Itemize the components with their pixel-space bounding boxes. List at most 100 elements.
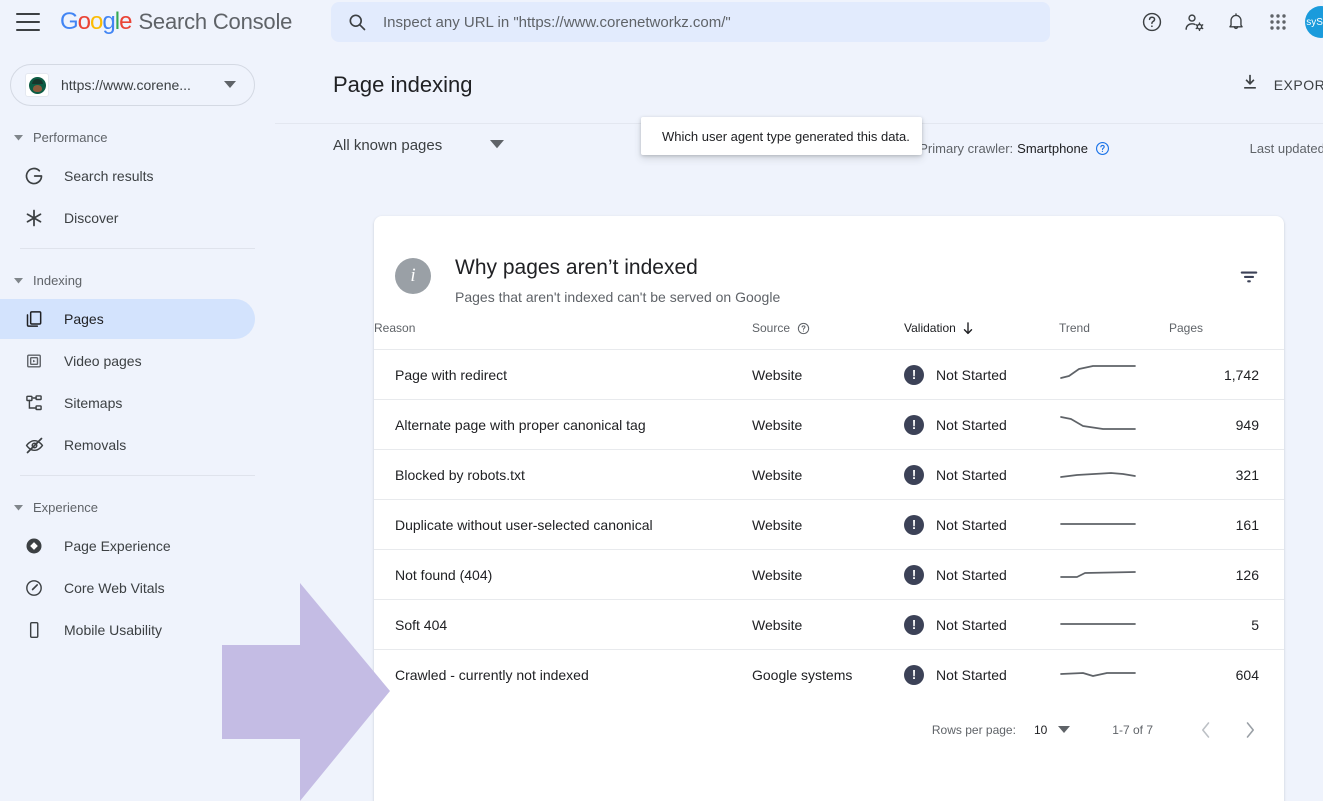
sidebar-item-search-results[interactable]: Search results [0, 156, 255, 196]
table-row[interactable]: Crawled - currently not indexed Google sy… [374, 649, 1284, 700]
help-circle-icon[interactable] [1095, 141, 1110, 156]
table-row[interactable]: Duplicate without user-selected canonica… [374, 499, 1284, 550]
sidebar-item-video-pages[interactable]: Video pages [0, 341, 255, 381]
apps-grid-icon[interactable] [1257, 1, 1299, 43]
table-body: Page with redirect Website! Not Started 1,7… [374, 349, 1284, 700]
asterisk-icon [22, 206, 46, 230]
primary-crawler-label: Primary crawler: [919, 141, 1014, 156]
info-icon: i [395, 258, 431, 294]
cell-trend [1059, 649, 1169, 700]
cell-validation: ! Not Started [904, 649, 1059, 700]
pages-count: 604 [1235, 666, 1259, 683]
known-pages-filter-label: All known pages [333, 136, 443, 154]
sidebar-item-pages[interactable]: Pages [0, 299, 255, 339]
pages-count: 321 [1235, 466, 1259, 483]
cell-reason[interactable]: Page with redirect [374, 349, 752, 400]
crawler-tooltip: Which user agent type generated this dat… [641, 117, 922, 155]
column-header-trend[interactable]: Trend [1059, 321, 1169, 350]
cell-trend [1059, 549, 1169, 600]
error-exclamation-icon: ! [904, 364, 924, 385]
user-settings-icon[interactable] [1173, 1, 1215, 43]
rows-per-page-value[interactable]: 10 [1034, 723, 1047, 737]
table-row[interactable]: Soft 404 Website! Not Started 5 [374, 599, 1284, 650]
sidebar-item-page-experience[interactable]: Page Experience [0, 526, 255, 566]
primary-crawler-info: Primary crawler: Smartphone [919, 141, 1110, 156]
property-favicon-icon [25, 73, 49, 97]
cell-reason[interactable]: Blocked by robots.txt [374, 449, 752, 500]
cell-trend [1059, 599, 1169, 650]
table-header-row: Reason Source Validation Trend Pages [374, 321, 1284, 350]
sidebar: https://www.corene... Performance Search… [0, 44, 275, 801]
help-icon[interactable] [1131, 1, 1173, 43]
column-header-source[interactable]: Source [752, 321, 904, 350]
sidebar-group-performance[interactable]: Performance [0, 120, 275, 154]
known-pages-filter[interactable]: All known pages [333, 136, 505, 154]
sidebar-item-discover[interactable]: Discover [0, 198, 255, 238]
search-input[interactable] [383, 13, 1023, 31]
filter-icon[interactable] [1238, 266, 1260, 293]
help-circle-icon[interactable] [797, 322, 810, 335]
cell-reason[interactable]: Duplicate without user-selected canonica… [374, 499, 752, 550]
column-header-validation-label: Validation [904, 321, 956, 335]
cell-validation: ! Not Started [904, 549, 1059, 600]
column-header-reason[interactable]: Reason [374, 321, 752, 350]
cell-pages: 949 [1169, 399, 1284, 450]
sidebar-item-label: Video pages [64, 353, 142, 369]
sidebar-item-mobile-usability[interactable]: Mobile Usability [0, 610, 255, 650]
validation-label: Not Started [936, 566, 1007, 583]
column-header-pages[interactable]: Pages [1169, 321, 1284, 350]
chevron-left-icon[interactable] [1199, 721, 1213, 739]
main-menu-icon[interactable] [16, 13, 40, 31]
source-label: Website [752, 516, 803, 533]
cell-trend [1059, 399, 1169, 450]
sidebar-group-indexing[interactable]: Indexing [0, 263, 275, 297]
sidebar-item-label: Pages [64, 311, 104, 327]
validation-label: Not Started [936, 666, 1007, 683]
page-range: 1-7 of 7 [1112, 722, 1153, 737]
cell-source: Website [752, 499, 904, 550]
cell-source: Google systems [752, 649, 904, 700]
cell-source: Website [752, 549, 904, 600]
brand-logo: Google Search Console [60, 8, 292, 36]
export-button[interactable]: EXPORT [1240, 72, 1323, 97]
cell-reason[interactable]: Alternate page with proper canonical tag [374, 399, 752, 450]
sidebar-item-core-web-vitals[interactable]: Core Web Vitals [0, 568, 255, 608]
column-header-validation[interactable]: Validation [904, 321, 1059, 350]
table-head: Reason Source Validation Trend Pages [374, 321, 1284, 350]
reason-label: Soft 404 [395, 616, 448, 633]
chevron-right-icon[interactable] [1243, 721, 1257, 739]
cell-reason[interactable]: Soft 404 [374, 599, 752, 650]
sidebar-item-sitemaps[interactable]: Sitemaps [0, 383, 255, 423]
table-row[interactable]: Page with redirect Website! Not Started 1,7… [374, 349, 1284, 400]
chevron-down-icon [14, 128, 23, 146]
table-row[interactable]: Blocked by robots.txt Website! Not Started… [374, 449, 1284, 500]
sidebar-item-removals[interactable]: Removals [0, 425, 255, 465]
cell-reason[interactable]: Not found (404) [374, 549, 752, 600]
avatar[interactable]: sySTE [1305, 6, 1323, 38]
cell-source: Website [752, 399, 904, 450]
cell-validation: ! Not Started [904, 499, 1059, 550]
cell-validation: ! Not Started [904, 599, 1059, 650]
sidebar-item-label: Mobile Usability [64, 622, 163, 638]
chevron-down-icon [14, 498, 23, 516]
sidebar-item-label: Core Web Vitals [64, 580, 165, 596]
source-label: Google systems [752, 666, 853, 683]
chevron-down-icon[interactable] [1058, 725, 1071, 734]
validation-label: Not Started [936, 466, 1007, 483]
last-updated-label: Last updated: [1249, 141, 1323, 156]
pages-count: 1,742 [1223, 366, 1259, 383]
product-name: Search Console [138, 9, 293, 34]
bell-icon[interactable] [1215, 1, 1257, 43]
url-inspection-searchbox[interactable] [331, 2, 1050, 42]
mobile-icon [22, 618, 46, 642]
video-pages-icon [22, 349, 46, 373]
cell-reason[interactable]: Crawled - currently not indexed [374, 649, 752, 700]
sidebar-item-label: Sitemaps [64, 395, 123, 411]
validation-label: Not Started [936, 616, 1007, 633]
validation-label: Not Started [936, 416, 1007, 433]
sidebar-group-experience[interactable]: Experience [0, 490, 275, 524]
table-row[interactable]: Not found (404) Website! Not Started 126 [374, 549, 1284, 600]
property-selector[interactable]: https://www.corene... [10, 64, 255, 106]
trend-sparkline [1060, 623, 1136, 625]
table-row[interactable]: Alternate page with proper canonical tag… [374, 399, 1284, 450]
